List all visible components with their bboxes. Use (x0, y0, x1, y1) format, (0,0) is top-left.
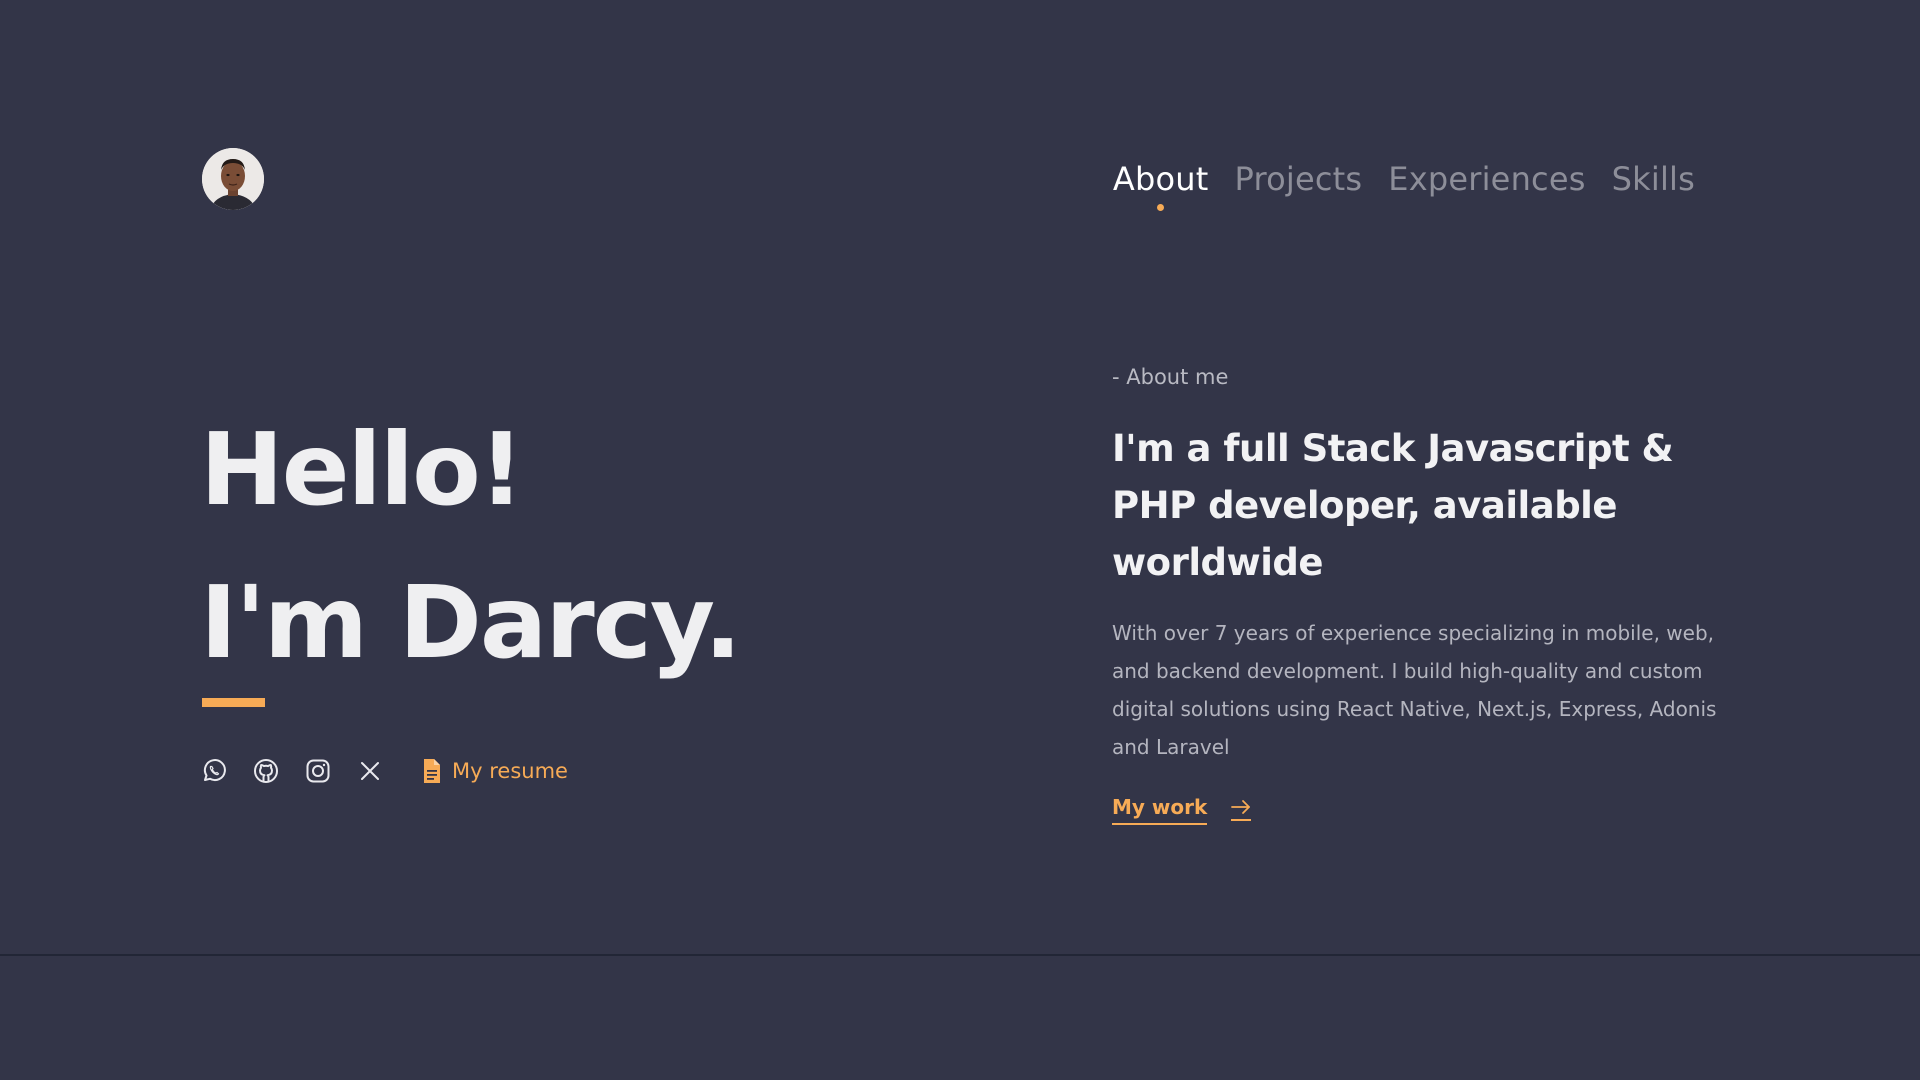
about-bio: With over 7 years of experience speciali… (1112, 621, 1717, 759)
instagram-icon[interactable] (304, 757, 332, 785)
nav-item-about[interactable]: About (1112, 155, 1209, 211)
accent-bar (202, 698, 265, 707)
hero-greeting: Hello! (200, 411, 524, 528)
main-nav: About Projects Experiences Skills (1112, 155, 1695, 211)
active-indicator-dot (1157, 204, 1165, 211)
hero-name: I'm Darcy. (200, 564, 742, 681)
resume-label: My resume (452, 759, 568, 783)
nav-item-label: Projects (1234, 160, 1363, 198)
nav-item-skills[interactable]: Skills (1612, 155, 1695, 203)
portfolio-page: About Projects Experiences Skills Hello!… (0, 0, 1920, 1080)
whatsapp-icon[interactable] (200, 757, 228, 785)
resume-link[interactable]: My resume (422, 758, 568, 784)
nav-item-label: Experiences (1388, 160, 1586, 198)
nav-item-projects[interactable]: Projects (1235, 155, 1363, 203)
x-icon[interactable] (356, 757, 384, 785)
my-work-link[interactable]: My work (1112, 795, 1252, 825)
section-divider (0, 954, 1920, 956)
avatar-image (202, 148, 264, 210)
nav-item-label: About (1112, 160, 1209, 198)
section-label: - About me (1112, 365, 1229, 389)
nav-item-experiences[interactable]: Experiences (1388, 155, 1585, 203)
social-links: My resume (200, 754, 568, 788)
github-icon[interactable] (252, 757, 280, 785)
document-icon (424, 759, 440, 783)
arrow-right-icon (1231, 799, 1252, 821)
about-headline: I'm a full Stack Javascript & PHP develo… (1112, 427, 1674, 584)
nav-item-label: Skills (1611, 160, 1695, 198)
my-work-label: My work (1112, 795, 1208, 825)
avatar[interactable] (202, 148, 264, 210)
